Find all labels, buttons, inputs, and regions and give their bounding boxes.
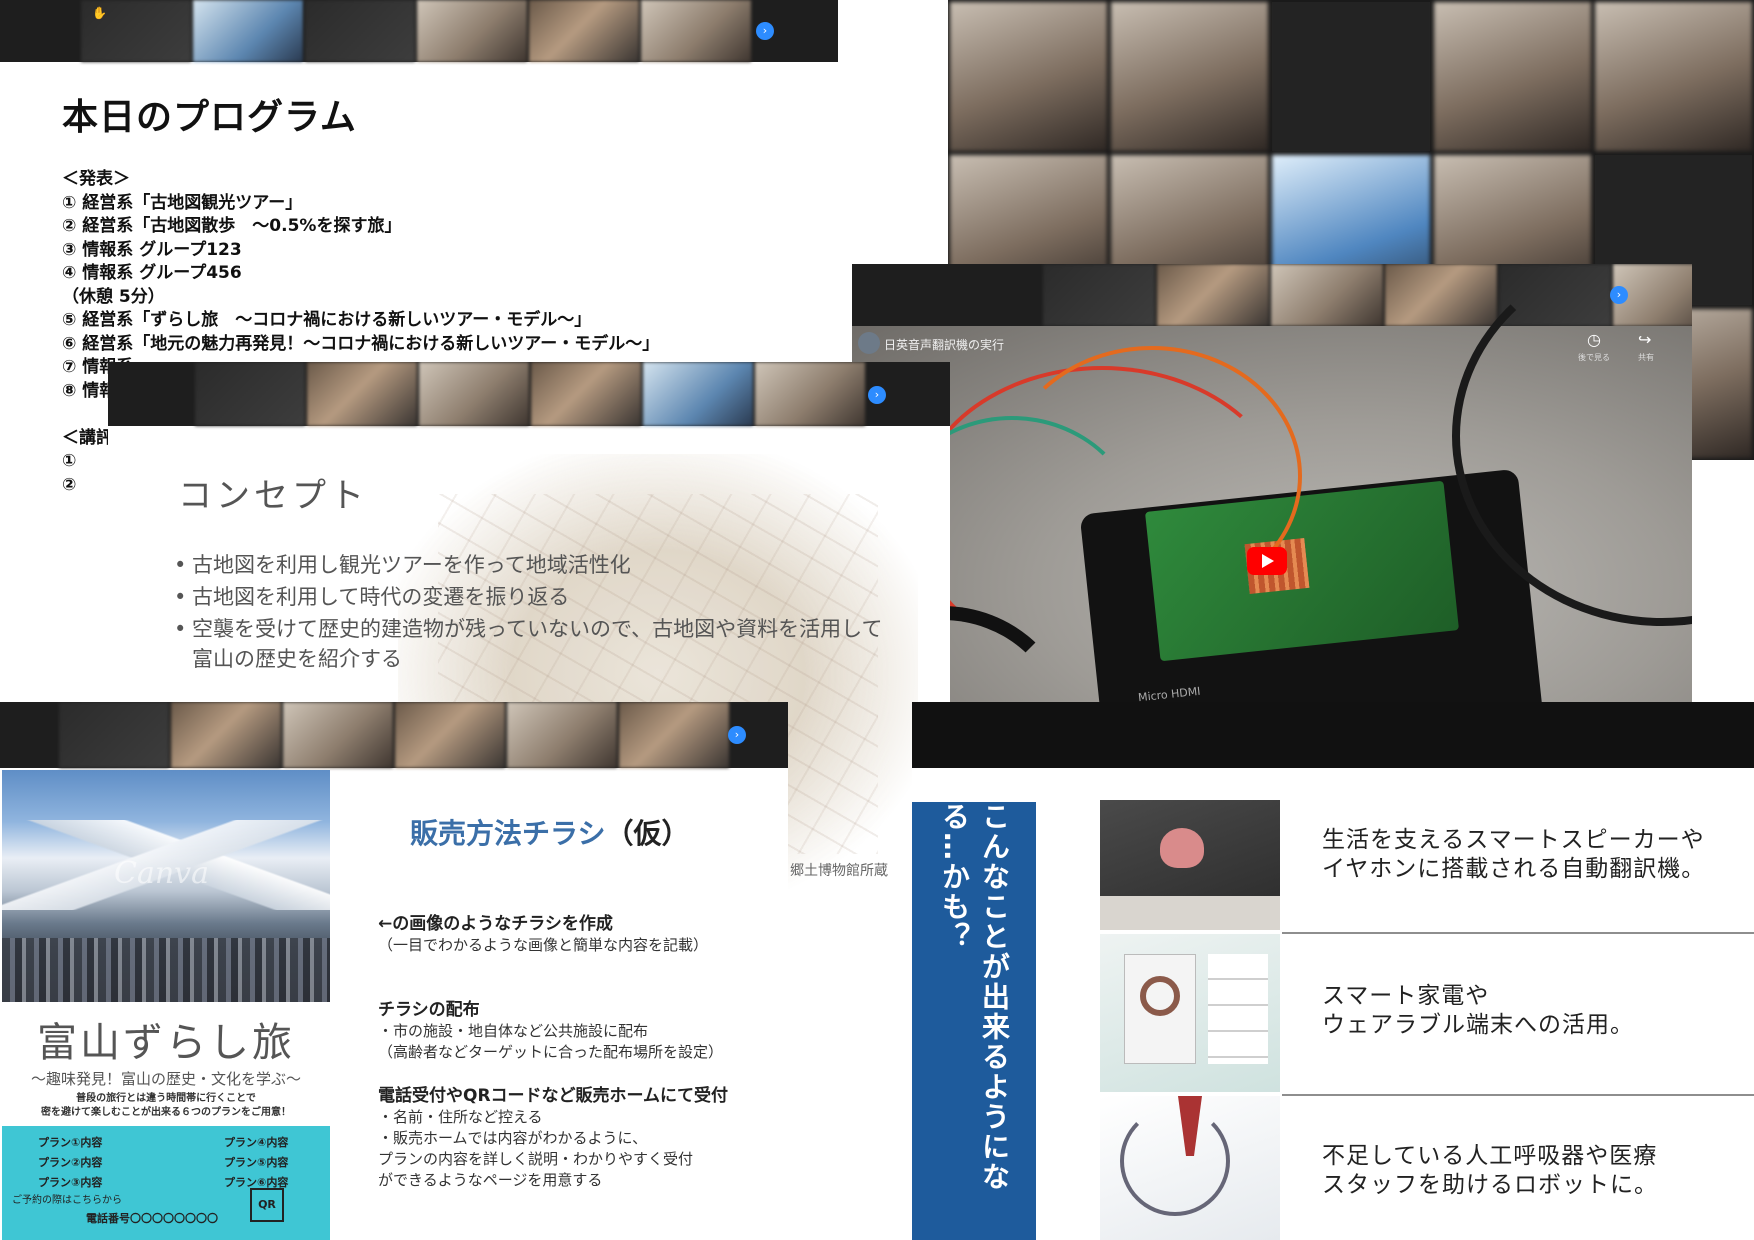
participant-thumbnail[interactable] — [305, 0, 415, 62]
participant-thumbnail[interactable] — [619, 702, 729, 768]
participant-thumbnail[interactable] — [755, 362, 865, 426]
participant-thumbnail[interactable] — [419, 362, 529, 426]
plan-item: プラン②内容 — [38, 1156, 103, 1169]
video-title[interactable]: 日英音声翻訳機の実行 — [884, 336, 1004, 353]
share-label: 共有 — [1638, 353, 1654, 362]
page-title: 本日のプログラム — [62, 97, 357, 138]
participant-video[interactable] — [1433, 2, 1591, 152]
qr-code: QR — [250, 1188, 284, 1222]
participant-thumbnail[interactable] — [283, 702, 393, 768]
participant-thumbnail[interactable] — [529, 0, 639, 62]
flyer-title: 販売方法チラシ（仮） — [410, 817, 690, 850]
doctor-photo — [1100, 1096, 1280, 1240]
program-line: ⑤ 経営系「ずらし旅 ～コロナ禍における新しいツアー・モデル～」 — [62, 310, 592, 330]
participant-thumbnail[interactable] — [59, 702, 169, 768]
future-item-text: スマート家電や ウェアラブル端末への活用。 — [1322, 983, 1634, 1038]
slide-title: コンセプト — [178, 476, 368, 516]
flyer-section: チラシの配布 ・市の施設・地自体など公共施設に配布 （高齢者などターゲットに合っ… — [378, 1000, 724, 1061]
stethoscope — [1120, 1106, 1230, 1216]
program-line: ④ 情報系 グループ456 — [62, 263, 242, 283]
canva-watermark: Canva — [114, 856, 209, 891]
clock-icon[interactable]: ◷ — [1587, 330, 1601, 349]
participant-video[interactable] — [1111, 2, 1269, 152]
program-line: ⑥ 経営系「地元の魅力再発見！～コロナ禍における新しいツアー・モデル～」 — [62, 333, 660, 354]
youtube-play-icon[interactable] — [1247, 547, 1287, 575]
participant-video[interactable] — [1594, 2, 1752, 152]
poster-title: 富山ずらし旅 — [37, 1020, 295, 1066]
shelf — [1208, 954, 1268, 1064]
participant-thumbnail[interactable] — [1385, 264, 1497, 326]
bullet-item: 古地図を利用し観光ツアーを作って地域活性化 — [174, 550, 894, 580]
poster-contact: ご予約の際はこちらから — [12, 1195, 122, 1206]
share-icon[interactable]: ↪ — [1638, 330, 1651, 349]
participant-thumbnail[interactable] — [307, 362, 417, 426]
participant-thumbnail[interactable] — [531, 362, 641, 426]
table-surface — [1100, 896, 1280, 930]
flyer-slide-window: › Canva 富山ずらし旅 ～趣味発見！富山の歴史・文化を学ぶ～ 普段の旅行と… — [0, 702, 788, 1240]
city-skyline — [2, 938, 330, 1002]
speaker-shape — [1160, 828, 1204, 868]
future-slide-window: こんなことが出来るようになる…かも？ 生活を支えるスマートスピーカーや イヤホン… — [912, 702, 1754, 1240]
participant-strip — [108, 362, 950, 426]
row-divider — [1282, 1094, 1754, 1096]
participant-thumbnail[interactable] — [1157, 264, 1269, 326]
bullet-item: 空襲を受けて歴史的建造物が残っていないので、古地図や資料を活用して富山の歴史を紹… — [174, 614, 894, 674]
participant-strip — [0, 702, 788, 768]
chevron-right-icon[interactable]: › — [756, 22, 774, 40]
plan-item: プラン⑤内容 — [224, 1156, 289, 1169]
future-item-text: 不足している人工呼吸器や医療 スタッフを助けるロボットに。 — [1322, 1143, 1658, 1198]
participant-thumbnail[interactable] — [1043, 264, 1155, 326]
smart-speaker-photo — [1100, 800, 1280, 930]
program-line: ② 経営系「古地図散歩 ～0.5%を探す旅」 — [62, 216, 402, 236]
participant-thumbnail[interactable] — [507, 702, 617, 768]
vertical-title: こんなことが出来るようになる…かも？ — [938, 802, 1011, 1192]
participant-thumbnail[interactable] — [417, 0, 527, 62]
bullet-item: 古地図を利用して時代の変遷を振り返る — [174, 582, 894, 612]
poster-description: 普段の旅行とは違う時間帯に行くことで 密を避けて楽しむことが出来る６つのプランを… — [41, 1093, 291, 1118]
program-line: ③ 情報系 グループ123 — [62, 239, 242, 260]
chevron-right-icon[interactable]: › — [728, 726, 746, 744]
concept-bullets: 古地図を利用し観光ツアーを作って地域活性化 古地図を利用して時代の変遷を振り返る… — [174, 550, 894, 676]
plan-item: プラン④内容 — [224, 1136, 289, 1149]
image-credit: 郷土博物館所蔵 — [790, 863, 888, 879]
flyer-poster: Canva 富山ずらし旅 ～趣味発見！富山の歴史・文化を学ぶ～ 普段の旅行とは違… — [2, 770, 330, 1240]
participant-thumbnail[interactable] — [641, 0, 751, 62]
participant-thumbnail[interactable] — [643, 362, 753, 426]
program-line: ＜発表＞ — [62, 169, 130, 189]
row-divider — [1282, 932, 1754, 934]
participant-strip — [912, 702, 1754, 768]
channel-avatar[interactable] — [858, 332, 880, 354]
watch-later-label: 後で見る — [1578, 353, 1610, 362]
participant-video[interactable] — [1272, 2, 1430, 152]
raise-hand-icon: ✋ — [92, 6, 107, 20]
participant-thumbnail[interactable] — [171, 702, 281, 768]
participant-thumbnail[interactable] — [1271, 264, 1383, 326]
washer-door — [1140, 976, 1180, 1016]
chevron-right-icon[interactable]: › — [868, 386, 886, 404]
participant-thumbnail[interactable] — [195, 362, 305, 426]
program-line: （休憩 5分） — [62, 286, 165, 307]
poster-phone: 電話番号〇〇〇〇〇〇〇〇 — [86, 1212, 218, 1225]
appliance-photo — [1100, 934, 1280, 1092]
participant-thumbnail[interactable] — [395, 702, 505, 768]
program-line: ① 経営系「古地図観光ツアー」 — [62, 192, 303, 213]
plan-item: プラン③内容 — [38, 1176, 103, 1189]
participant-video[interactable] — [950, 2, 1108, 152]
plan-item: プラン①内容 — [38, 1136, 103, 1149]
future-item-text: 生活を支えるスマートスピーカーや イヤホンに搭載される自動翻訳機。 — [1322, 827, 1706, 882]
participant-strip — [0, 0, 838, 62]
poster-subtitle: ～趣味発見！富山の歴史・文化を学ぶ～ — [30, 1070, 301, 1088]
participant-thumbnail[interactable] — [193, 0, 303, 62]
flyer-section: ←の画像のようなチラシを作成 （一目でわかるような画像と簡単な内容を記載） — [378, 914, 709, 954]
flyer-section: 電話受付やQRコードなど販売ホームにて受付 ・名前・住所など控える ・販売ホーム… — [378, 1086, 729, 1189]
